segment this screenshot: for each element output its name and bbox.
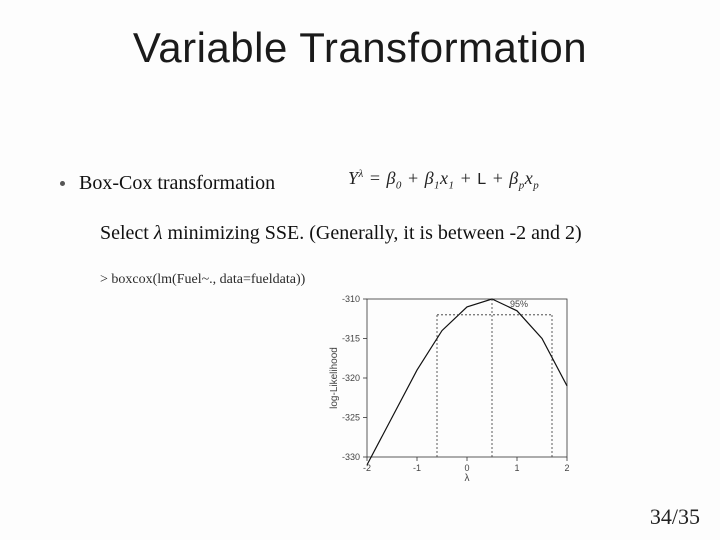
formula-b0: β: [386, 168, 395, 188]
page-number: 34/35: [650, 504, 700, 530]
formula-b1: β: [425, 168, 434, 188]
formula-plus1: +: [402, 168, 425, 188]
select-line: Select λ minimizing SSE. (Generally, it …: [100, 222, 582, 245]
formula-ellipsis: L: [477, 171, 486, 188]
svg-text:0: 0: [464, 463, 469, 473]
model-formula: Yλ = β0 + β1x1 + L + βpxp: [348, 168, 539, 192]
svg-text:-1: -1: [413, 463, 421, 473]
svg-text:λ: λ: [465, 473, 470, 484]
formula-eq: =: [364, 168, 387, 188]
formula-plus3: +: [487, 168, 510, 188]
formula-x1: x: [440, 168, 449, 188]
bullet-dot-icon: [60, 181, 65, 186]
svg-text:-320: -320: [342, 373, 360, 383]
lambda-symbol: λ: [154, 222, 163, 244]
formula-plus2: +: [455, 168, 478, 188]
slide: Variable Transformation Box-Cox transfor…: [0, 0, 720, 540]
formula-xp-sub: p: [533, 180, 539, 192]
chart-svg: -2-1012-330-325-320-315-310λlog-Likeliho…: [325, 285, 575, 485]
r-code-line: > boxcox(lm(Fuel~., data=fueldata)): [100, 272, 305, 288]
svg-text:-330: -330: [342, 452, 360, 462]
formula-xp: x: [525, 168, 534, 188]
bullet-label: Box-Cox transformation: [79, 172, 275, 195]
svg-text:1: 1: [514, 463, 519, 473]
select-post: minimizing SSE. (Generally, it is betwee…: [163, 222, 582, 244]
svg-text:95%: 95%: [510, 299, 528, 309]
svg-text:-310: -310: [342, 294, 360, 304]
svg-text:log-Likelihood: log-Likelihood: [329, 347, 340, 409]
svg-text:2: 2: [564, 463, 569, 473]
formula-lhs-var: Y: [348, 168, 359, 188]
svg-text:-315: -315: [342, 334, 360, 344]
slide-title: Variable Transformation: [0, 24, 720, 72]
bullet-row: Box-Cox transformation: [60, 172, 275, 195]
formula-bp: β: [509, 168, 518, 188]
svg-text:-325: -325: [342, 413, 360, 423]
boxcox-chart: -2-1012-330-325-320-315-310λlog-Likeliho…: [325, 285, 575, 485]
select-pre: Select: [100, 222, 154, 244]
